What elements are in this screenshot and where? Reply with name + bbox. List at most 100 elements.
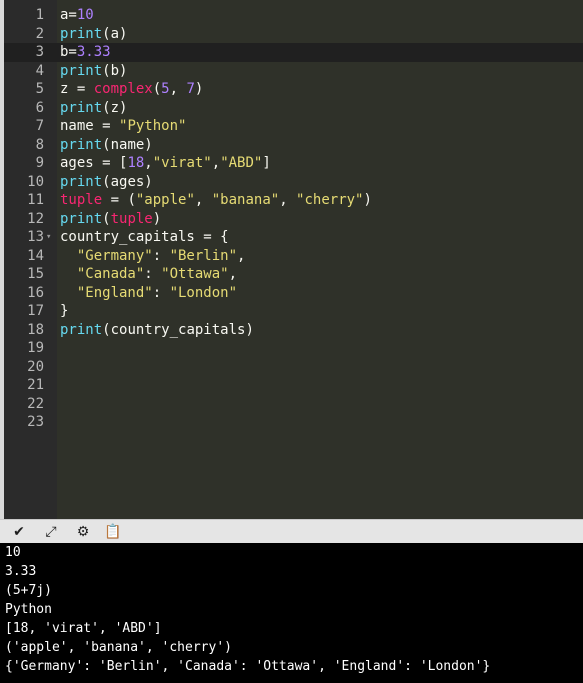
code-line[interactable]: 22 <box>4 395 583 414</box>
line-number: 21 <box>27 377 44 393</box>
console-line: ('apple', 'banana', 'cherry') <box>5 640 232 655</box>
console-line: {'Germany': 'Berlin', 'Canada': 'Ottawa'… <box>5 659 491 674</box>
line-number: 22 <box>27 395 44 412</box>
code-line[interactable]: 17} <box>4 302 583 321</box>
code-token: print <box>60 99 103 116</box>
code-token: (a) <box>102 25 128 42</box>
fold-arrow-icon[interactable]: ▾ <box>46 228 51 247</box>
code-token: complex <box>93 81 153 97</box>
line-number: 8 <box>35 136 44 153</box>
code-line[interactable]: 11 tuple = ("apple", "banana", "cherry") <box>4 191 583 210</box>
line-number: 1 <box>35 7 44 23</box>
code-token: "England" <box>76 284 153 301</box>
console-line: 3.33 <box>5 564 37 579</box>
code-text: b=3.33 <box>60 43 111 62</box>
code-text: "England": "London" <box>60 284 237 303</box>
code-token: , <box>237 247 246 264</box>
code-token: ages = [ <box>60 155 128 171</box>
code-token: } <box>60 303 69 319</box>
code-token: "virat" <box>152 155 212 171</box>
line-number: 14 <box>27 247 44 264</box>
console-line: [18, 'virat', 'ABD'] <box>5 621 162 636</box>
code-token: 7 <box>186 81 195 97</box>
code-token: (name) <box>102 136 153 153</box>
code-text: a=10 <box>60 6 94 25</box>
code-token: = ( <box>102 192 136 208</box>
code-line[interactable]: 13 ▾ country_capitals = { <box>4 228 583 247</box>
code-text: print(b) <box>60 62 127 81</box>
code-token: country_capitals = { <box>60 229 229 245</box>
line-number: 12 <box>27 210 44 227</box>
code-line[interactable]: 20 <box>4 358 583 377</box>
code-line[interactable]: 23 <box>4 413 583 432</box>
line-number: 16 <box>27 284 44 301</box>
code-editor[interactable]: 1 a=10 2 print(a) 3 b=3.33 4 print(b) 5 z = compl… <box>4 0 583 519</box>
code-line[interactable]: 19 <box>4 339 583 358</box>
code-token: 5 <box>161 81 170 97</box>
line-number: 6 <box>35 99 44 116</box>
code-token: , <box>144 155 153 171</box>
code-token: print <box>60 25 103 42</box>
code-line[interactable]: 1 a=10 <box>4 6 583 25</box>
ide-window: 1 a=10 2 print(a) 3 b=3.33 4 print(b) 5 z = compl… <box>0 0 583 683</box>
code-token: ) <box>363 192 372 208</box>
code-token: : <box>152 247 170 264</box>
code-line[interactable]: 15 "Canada": "Ottawa", <box>4 265 583 284</box>
code-line[interactable]: 8 print(name) <box>4 136 583 155</box>
code-token: ) <box>194 81 204 97</box>
code-line[interactable]: 18 print(country_capitals) <box>4 321 583 340</box>
code-line[interactable]: 21 <box>4 376 583 395</box>
code-line[interactable]: 5z = complex(5, 7) <box>4 80 583 99</box>
code-token: "ABD" <box>220 155 263 171</box>
code-text: "Canada": "Ottawa", <box>60 265 237 284</box>
code-token: 10 <box>76 7 94 23</box>
code-line[interactable]: 4 print(b) <box>4 62 583 81</box>
code-line[interactable]: 2 print(a) <box>4 25 583 44</box>
code-line[interactable]: 16 "England": "London" <box>4 284 583 303</box>
code-token: "banana" <box>211 192 280 208</box>
code-line[interactable]: 12 print(tuple) <box>4 210 583 229</box>
gear-icon[interactable]: ⚙ <box>74 524 92 540</box>
code-token: tuple <box>110 210 153 227</box>
line-number: 3 <box>35 44 44 60</box>
line-number: 23 <box>27 414 44 430</box>
code-token: tuple <box>60 192 103 208</box>
clipboard-icon[interactable]: 📋 <box>104 524 122 540</box>
code-token: , <box>228 266 238 282</box>
code-line[interactable]: 6 print(z) <box>4 99 583 118</box>
chevron-down-icon[interactable]: ✔ <box>10 524 28 540</box>
code-line[interactable]: 7 name = "Python" <box>4 117 583 136</box>
line-number: 15 <box>27 266 44 282</box>
line-number: 20 <box>27 358 44 375</box>
code-token: , <box>211 155 221 171</box>
code-text: z = complex(5, 7) <box>60 80 203 99</box>
code-token: , <box>169 81 187 97</box>
code-token: (country_capitals) <box>102 321 254 338</box>
code-token: print <box>60 136 103 153</box>
code-token: : <box>152 284 170 301</box>
code-token: ] <box>262 155 271 171</box>
code-line[interactable]: 3 b=3.33 <box>4 43 583 62</box>
code-text: print(name) <box>60 136 153 155</box>
console-line: (5+7j) <box>5 583 52 598</box>
line-number: 18 <box>27 321 44 338</box>
code-line[interactable]: 9 ages = [18,"virat","ABD"] <box>4 154 583 173</box>
code-token: print <box>60 173 103 190</box>
line-number: 19 <box>27 340 44 356</box>
line-number: 7 <box>35 118 44 134</box>
code-text: print(a) <box>60 25 127 44</box>
line-number: 10 <box>27 173 44 190</box>
code-line[interactable]: 14 "Germany": "Berlin", <box>4 247 583 266</box>
console-line: Python <box>5 602 52 617</box>
code-token: ) <box>152 210 162 227</box>
line-number: 17 <box>27 303 44 319</box>
expand-icon[interactable]: ⤢ <box>42 524 60 540</box>
output-console[interactable]: 10 3.33 (5+7j) Python [18, 'virat', 'ABD'] ('… <box>0 543 583 683</box>
code-token: "Python" <box>119 118 187 134</box>
code-line[interactable]: 10 print(ages) <box>4 173 583 192</box>
code-token: name = <box>60 118 120 134</box>
line-number: 13 <box>27 229 44 245</box>
